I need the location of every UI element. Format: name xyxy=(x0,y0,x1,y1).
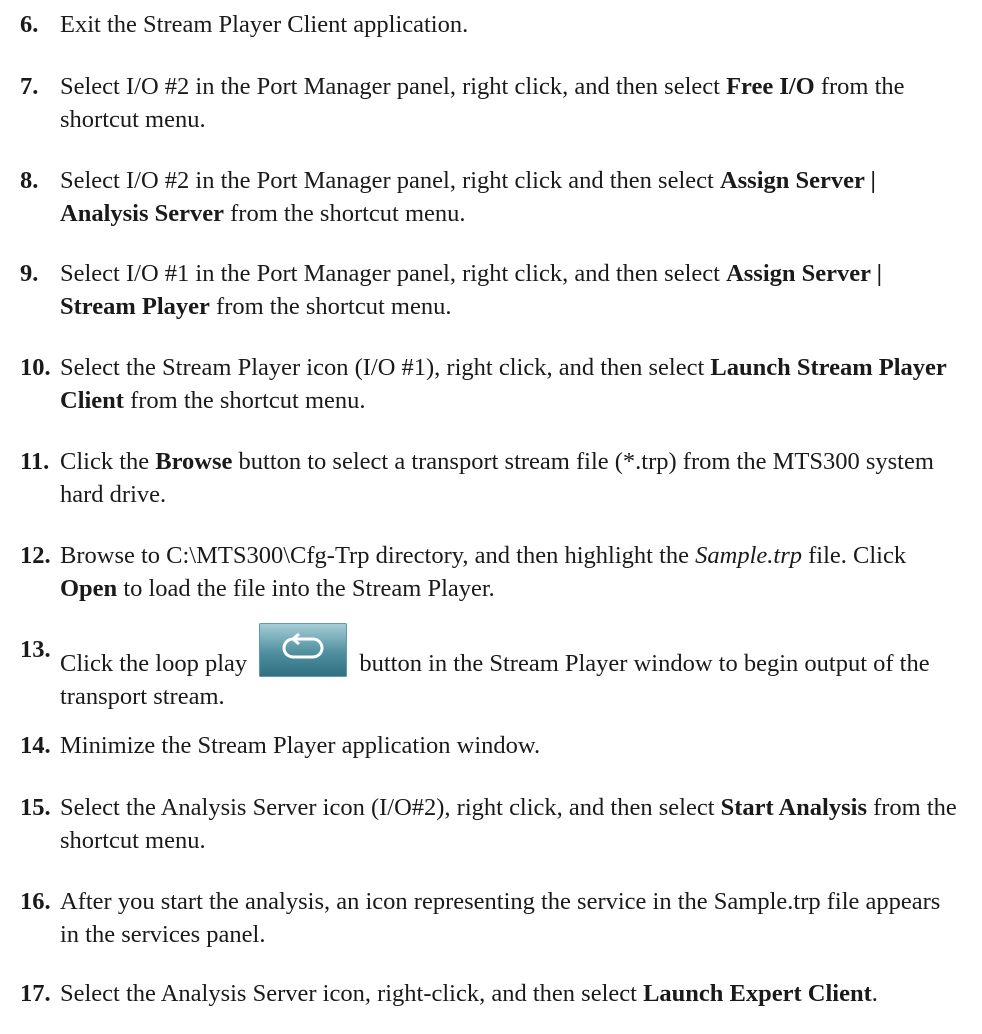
step-number: 11. xyxy=(20,448,50,475)
menu-command-free-io: Free I/O xyxy=(726,73,815,100)
step-number: 15. xyxy=(20,794,51,821)
step-text-run: from the shortcut menu. xyxy=(123,387,366,414)
step-text-run: Minimize the Stream Player application w… xyxy=(60,732,541,759)
step-number: 16. xyxy=(20,888,51,915)
step-text-run: to load the file into the Stream Player. xyxy=(117,575,495,602)
step-text: After you start the analysis, an icon re… xyxy=(60,885,960,951)
step-text-run: Click the xyxy=(60,448,156,475)
step-text-run: Select the Analysis Server icon (I/O#2),… xyxy=(60,794,721,821)
file-name: Sample.trp xyxy=(695,542,802,569)
step-number: 6. xyxy=(20,11,39,38)
step-text-run: Click the loop play xyxy=(60,650,254,677)
open-button-label: Open xyxy=(60,575,118,602)
menu-command-launch-expert-client: Launch Expert Client xyxy=(643,980,872,1007)
step-text: Select I/O #2 in the Port Manager panel,… xyxy=(60,164,960,230)
step-text-run: Exit the Stream Player Client applicatio… xyxy=(60,11,469,38)
step-text-run: Select the Analysis Server icon, right-c… xyxy=(60,980,644,1007)
step-text-run: Select the Stream Player icon (I/O #1), … xyxy=(60,354,711,381)
step-text-run: Browse to C:\MTS300\Cfg-Trp directory, a… xyxy=(60,542,696,569)
step-number: 7. xyxy=(20,73,39,100)
menu-command-start-analysis: Start Analysis xyxy=(720,794,867,821)
step-number: 9. xyxy=(20,260,39,287)
step-text-run: file. Click xyxy=(802,542,907,569)
step-text: Exit the Stream Player Client applicatio… xyxy=(60,8,960,41)
step-text: Browse to C:\MTS300\Cfg-Trp directory, a… xyxy=(60,539,960,605)
step-text: Minimize the Stream Player application w… xyxy=(60,729,960,762)
step-number: 13. xyxy=(20,636,51,663)
step-number: 12. xyxy=(20,542,51,569)
step-text-run: Select I/O #1 in the Port Manager panel,… xyxy=(60,260,727,287)
step-text: Click the Browse button to select a tran… xyxy=(60,445,960,511)
step-number: 8. xyxy=(20,167,39,194)
browse-button-label: Browse xyxy=(155,448,233,475)
step-number: 14. xyxy=(20,732,51,759)
step-text-run: After you start the analysis, an icon re… xyxy=(60,888,941,948)
step-text-run: from the shortcut menu. xyxy=(209,293,452,320)
step-number: 10. xyxy=(20,354,51,381)
step-text: Select I/O #1 in the Port Manager panel,… xyxy=(60,257,960,323)
loop-icon xyxy=(282,633,324,659)
step-text: Select the Stream Player icon (I/O #1), … xyxy=(60,351,960,417)
step-text-run: Select I/O #2 in the Port Manager panel,… xyxy=(60,73,727,100)
step-text: Click the loop play button in the Stream… xyxy=(60,623,960,713)
loop-play-button xyxy=(259,623,348,677)
step-text: Select I/O #2 in the Port Manager panel,… xyxy=(60,70,960,136)
step-text-run: . xyxy=(871,980,878,1007)
step-text: Select the Analysis Server icon, right-c… xyxy=(60,977,960,1010)
step-text-run: from the shortcut menu. xyxy=(224,200,466,227)
step-text: Select the Analysis Server icon (I/O#2),… xyxy=(60,791,960,857)
step-number: 17. xyxy=(20,980,51,1007)
step-text-run: Select I/O #2 in the Port Manager panel,… xyxy=(60,167,720,194)
